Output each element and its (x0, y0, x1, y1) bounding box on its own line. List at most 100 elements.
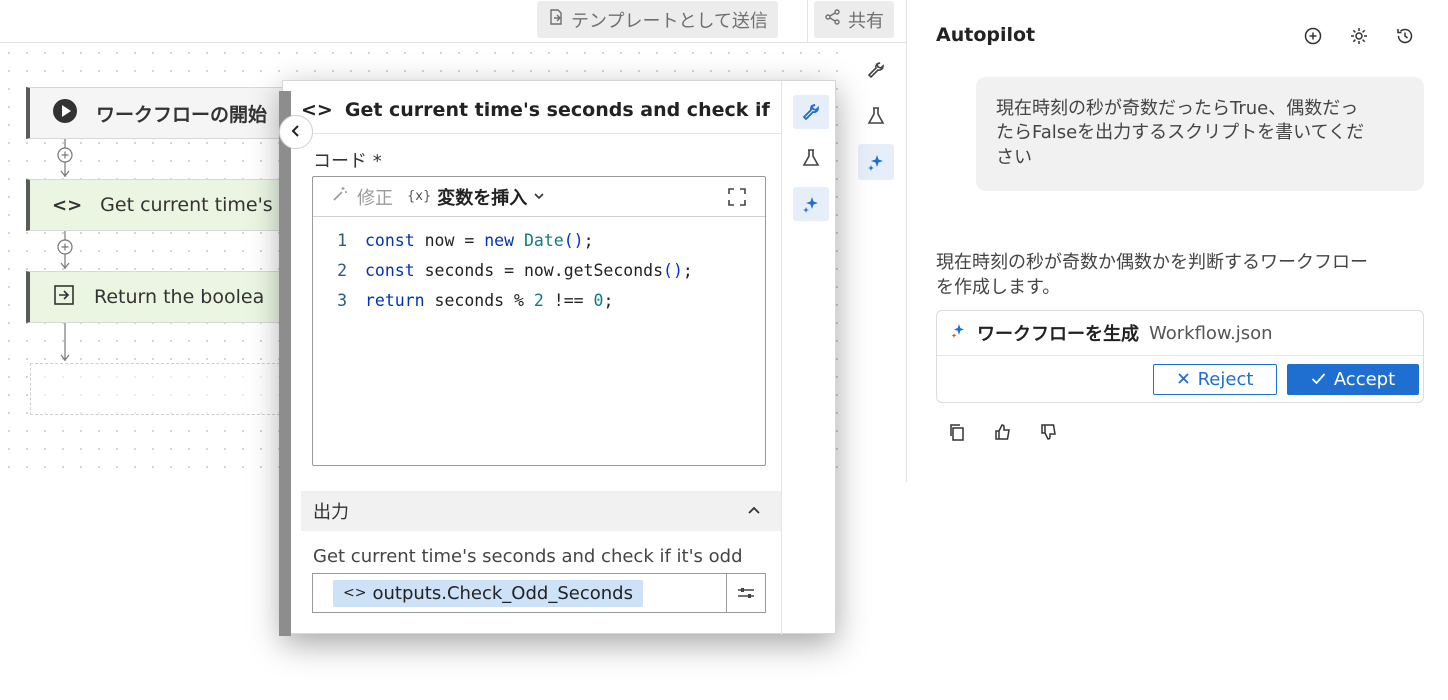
chevron-down-icon (533, 186, 545, 207)
code-token: () (663, 260, 683, 280)
code-token: return (365, 290, 425, 310)
code-token: const (365, 230, 415, 250)
sparkle-icon[interactable] (858, 144, 894, 180)
panel-header-divider (299, 133, 781, 134)
reject-button[interactable]: Reject (1153, 364, 1277, 395)
share-label: 共有 (848, 10, 884, 32)
new-chat-icon[interactable] (1302, 25, 1324, 47)
accept-label: Accept (1333, 369, 1396, 390)
collapse-panel-button[interactable] (279, 115, 313, 149)
sparkle-icon[interactable] (793, 187, 829, 221)
code-token: 0 (593, 290, 604, 310)
code-line: 2 const seconds = now. getSeconds(); (313, 255, 765, 285)
thumbs-down-icon[interactable] (1038, 421, 1060, 443)
thumbs-up-icon[interactable] (992, 421, 1014, 443)
wrench-icon[interactable] (793, 95, 829, 129)
chevron-up-icon[interactable] (747, 501, 761, 522)
check-icon (1311, 369, 1326, 390)
add-step-connector[interactable] (56, 139, 74, 179)
autopilot-title: Autopilot (936, 24, 1036, 46)
variable-icon: {x} (407, 189, 432, 204)
code-editor[interactable]: 修正 {x} 変数を挿入 1 const now = new Date(); 2c… (312, 176, 766, 466)
line-number: 1 (337, 230, 347, 250)
output-variable-name: outputs.Check_Odd_Seconds (372, 582, 633, 604)
gear-icon[interactable] (1348, 25, 1370, 47)
fullscreen-icon[interactable] (727, 187, 747, 212)
code-token: new (484, 230, 515, 250)
output-section-header[interactable]: 出力 (301, 491, 781, 531)
card-title: ワークフローを生成 (977, 324, 1139, 345)
message-feedback-actions (946, 421, 1060, 443)
pane-divider (906, 0, 907, 482)
panel-header: <> Get current time's seconds and check … (301, 95, 771, 125)
assistant-message-text: 現在時刻の秒が奇数か偶数かを判断するワークフローを作成します。 (936, 252, 1368, 299)
toolbar-border (0, 42, 906, 43)
code-token: ; (583, 230, 594, 250)
panel-scroll-edge (279, 91, 291, 636)
user-message-text: 現在時刻の秒が奇数だったらTrue、偶数だったらFalseを出力するスクリプトを… (996, 98, 1365, 168)
card-header: ワークフローを生成 Workflow.json (937, 311, 1423, 356)
magic-wand-icon (331, 185, 349, 208)
generated-workflow-card: ワークフローを生成 Workflow.json Reject Accept (936, 310, 1424, 403)
history-icon[interactable] (1394, 25, 1416, 47)
panel-tools-divider (781, 81, 782, 635)
code-token: Date (514, 230, 564, 250)
code-token: now = (414, 230, 485, 250)
code-icon: <> (343, 585, 367, 601)
chevron-left-icon (289, 123, 303, 142)
play-icon (52, 98, 78, 129)
insert-variable-label: 変数を挿入 (437, 187, 528, 209)
fix-button[interactable]: 修正 (331, 184, 393, 210)
workflow-start-node[interactable]: ワークフローの開始 (26, 87, 296, 139)
flask-icon[interactable] (793, 141, 829, 175)
send-as-template-button[interactable]: テンプレートとして送信 (537, 1, 778, 38)
output-variable-chip[interactable]: <> outputs.Check_Odd_Seconds (333, 579, 643, 607)
send-as-template-label: テンプレートとして送信 (571, 10, 768, 32)
toolbar-divider (807, 0, 808, 42)
panel-title: Get current time's seconds and check if … (344, 99, 771, 121)
send-template-icon (547, 8, 565, 31)
output-header-label: 出力 (313, 502, 349, 523)
card-filename: Workflow.json (1149, 322, 1273, 344)
settings-sliders-icon[interactable] (726, 573, 766, 613)
accept-button[interactable]: Accept (1287, 364, 1419, 395)
code-token: () (563, 230, 584, 250)
line-number: 2 (337, 260, 347, 280)
code-content[interactable]: 1 const now = new Date(); 2 const seconds … (313, 217, 765, 315)
code-token: !== (543, 290, 594, 310)
code-token: seconds % (424, 290, 534, 310)
share-icon (824, 8, 842, 31)
node-label: Get current time's (100, 194, 273, 216)
return-icon (52, 283, 76, 312)
drop-zone[interactable] (30, 363, 290, 415)
code-line: 1 const now = new Date(); (313, 225, 765, 255)
autopilot-sparkle-icon (949, 322, 967, 345)
canvas-tools (858, 52, 894, 190)
step-editor-panel: <> Get current time's seconds and check … (279, 80, 836, 636)
node-label: Return the boolea (94, 286, 265, 308)
panel-tools (793, 95, 829, 233)
line-number: 3 (337, 290, 347, 310)
add-step-connector[interactable] (56, 231, 74, 271)
share-button[interactable]: 共有 (814, 1, 894, 38)
fix-label: 修正 (357, 187, 393, 209)
editor-toolbar: 修正 {x} 変数を挿入 (313, 177, 765, 217)
code-token: const (365, 260, 415, 280)
node-label: ワークフローの開始 (96, 103, 268, 126)
copy-icon[interactable] (946, 421, 968, 443)
code-token: getSeconds (563, 260, 664, 280)
return-node[interactable]: Return the boolea (26, 271, 296, 323)
reject-label: Reject (1197, 369, 1254, 390)
code-token: ; (603, 290, 614, 310)
close-icon (1177, 369, 1190, 390)
flask-icon[interactable] (858, 98, 894, 134)
code-line: 3 return seconds % 2 !== 0; (313, 285, 765, 315)
flow-connector (60, 323, 70, 361)
wrench-icon[interactable] (858, 52, 894, 88)
script-node[interactable]: <> Get current time's (26, 179, 296, 231)
user-message-bubble: 現在時刻の秒が奇数だったらTrue、偶数だったらFalseを出力するスクリプトを… (976, 77, 1424, 191)
code-icon: <> (52, 194, 83, 216)
output-description: Get current time's seconds and check if … (313, 546, 743, 567)
insert-variable-button[interactable]: {x} 変数を挿入 (407, 184, 545, 210)
output-variable-field[interactable]: <> outputs.Check_Odd_Seconds (312, 573, 726, 613)
